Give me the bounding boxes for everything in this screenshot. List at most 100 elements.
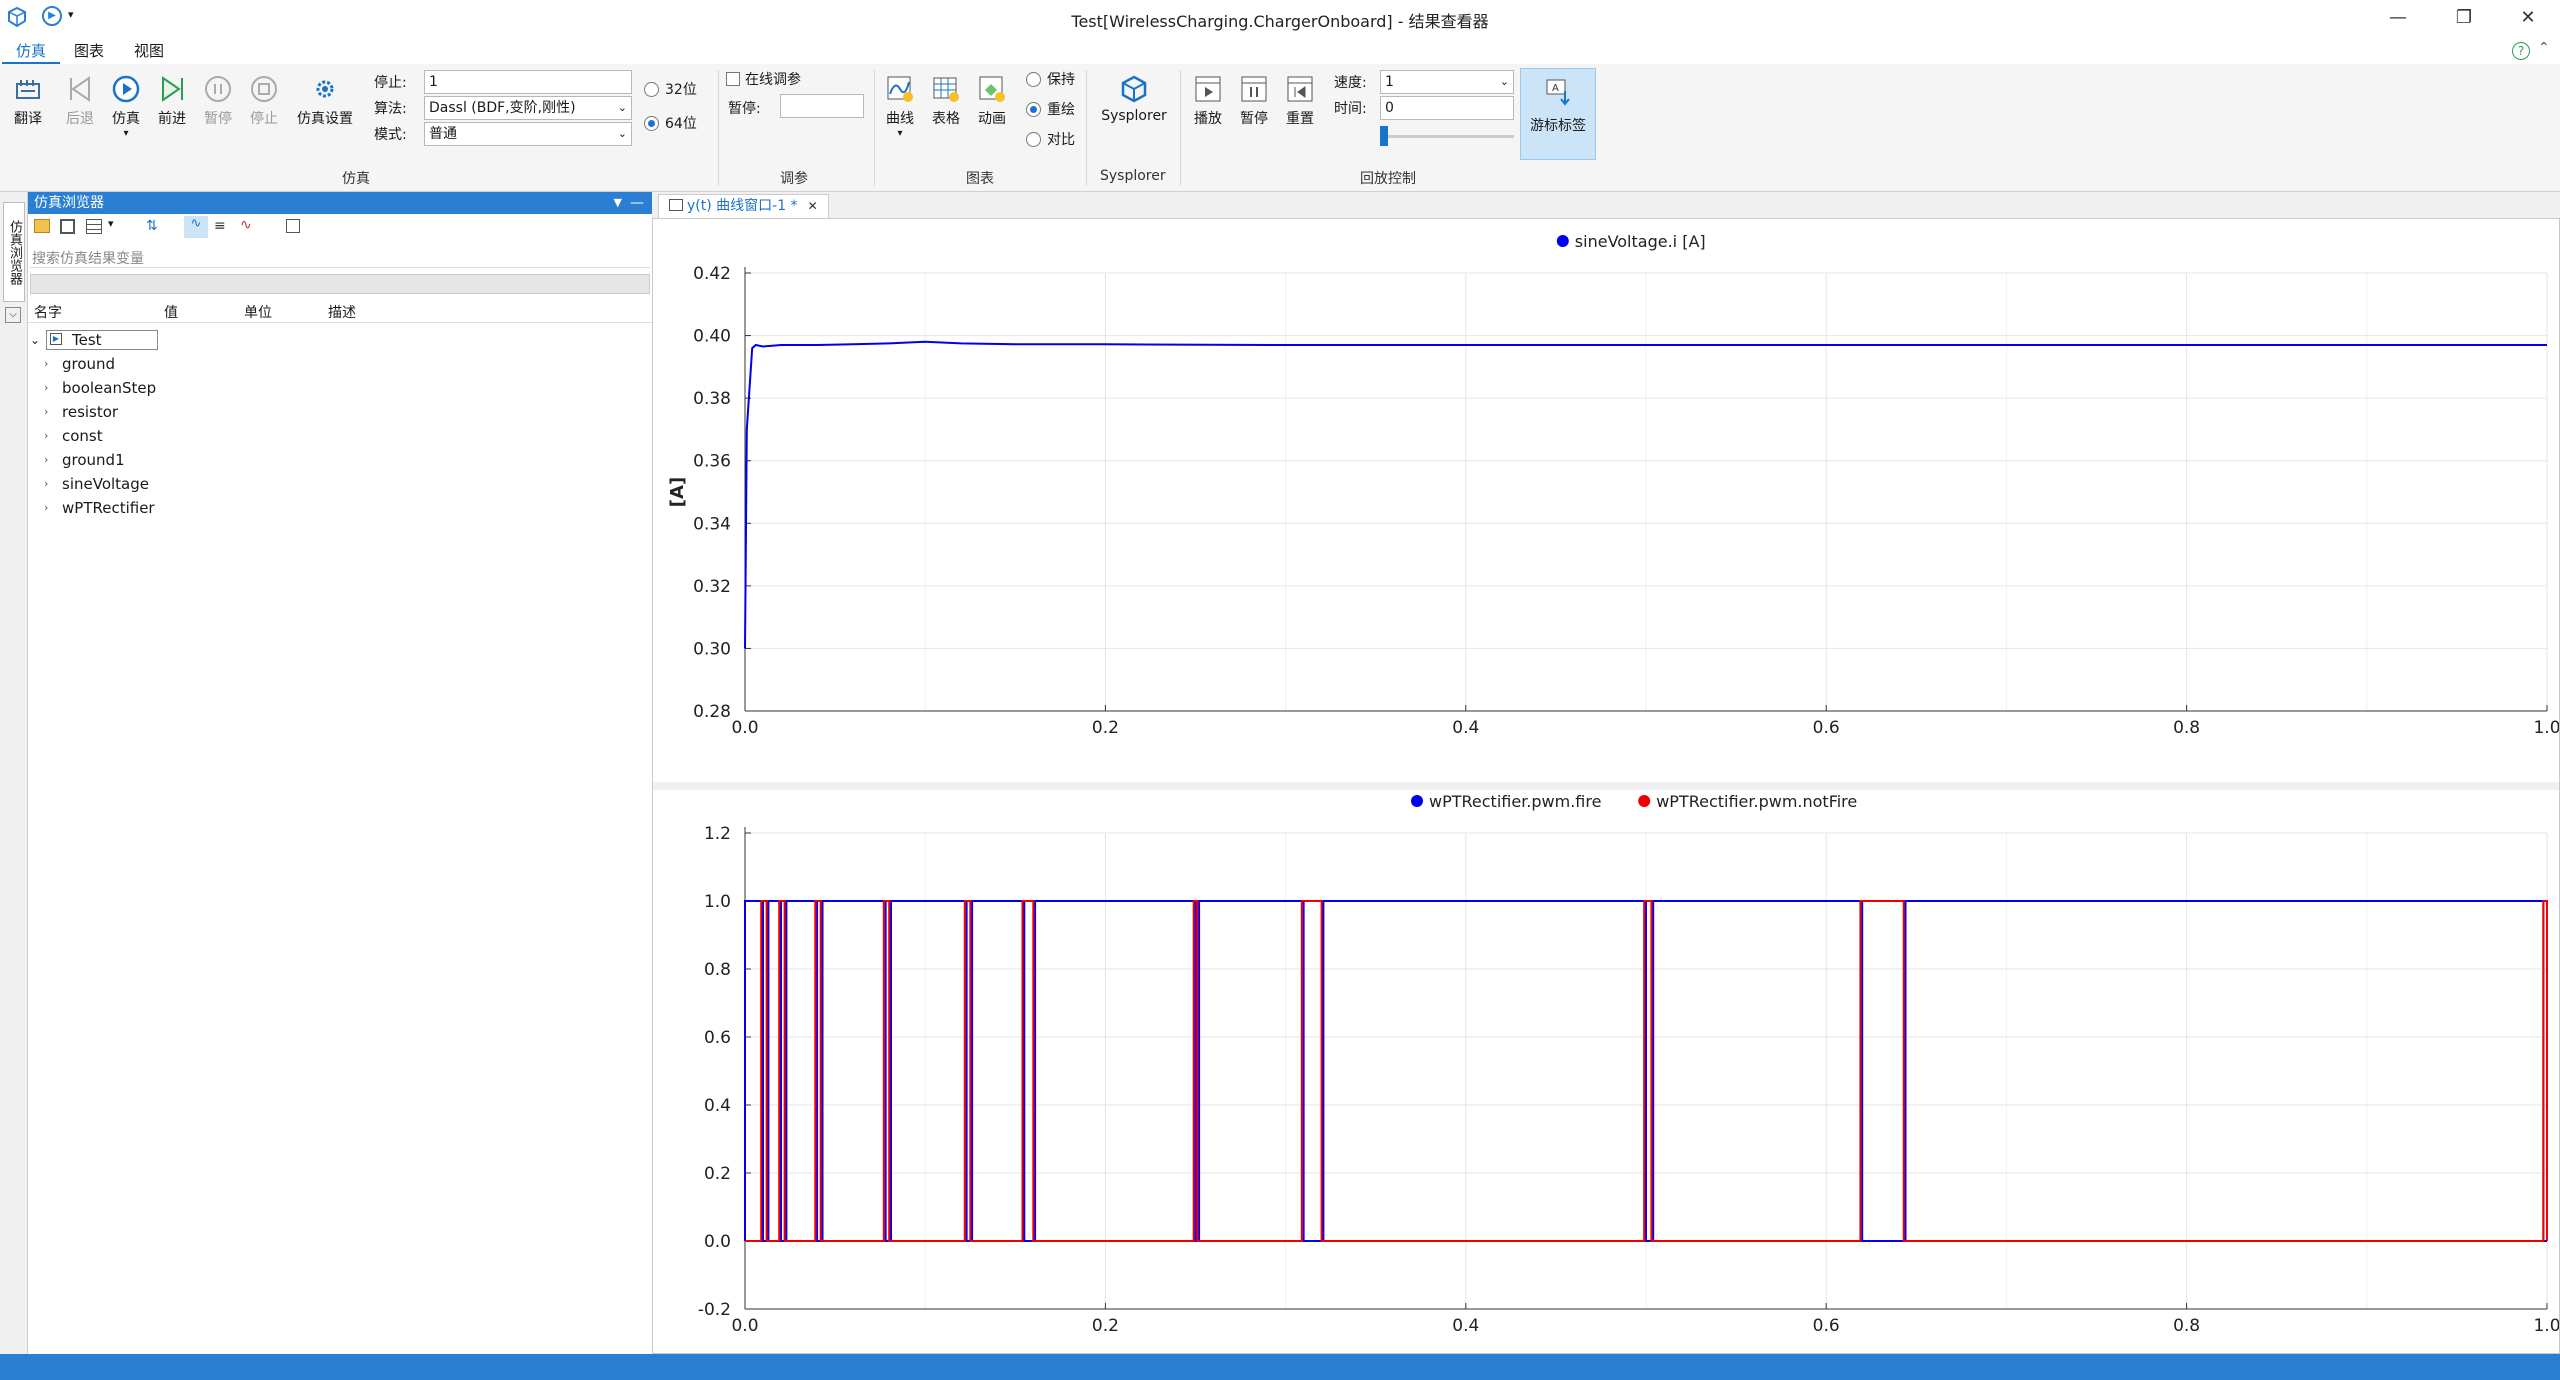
online-tune-label: 在线调参 <box>745 72 801 88</box>
legend-label: wPTRectifier.pwm.fire <box>1429 792 1601 811</box>
table-button[interactable]: 表格 <box>924 74 968 128</box>
tab-view[interactable]: 视图 <box>120 40 178 64</box>
search-input[interactable]: 搜索仿真结果变量 <box>30 248 650 268</box>
stop-label: 停止 <box>250 111 278 127</box>
close-button[interactable]: ✕ <box>2508 4 2548 32</box>
play-circle-icon <box>112 75 140 103</box>
time-slider[interactable] <box>1380 126 1514 146</box>
pause-time-input[interactable] <box>780 94 864 118</box>
column-header-value[interactable]: 值 <box>164 302 178 322</box>
curve-a-icon[interactable]: ∿ <box>184 216 208 238</box>
group-label-sysplorer: Sysplorer <box>1100 168 1166 184</box>
step-back-icon <box>70 76 90 102</box>
tree-item-label: const <box>62 427 103 445</box>
cursor-label-button[interactable]: A 游标标签 <box>1520 68 1596 160</box>
panel-minimize-icon[interactable]: — <box>630 192 644 214</box>
radio-compare[interactable]: 对比 <box>1026 130 1075 150</box>
collapsed-chevron-icon[interactable]: › <box>44 400 48 424</box>
algorithm-select[interactable]: Dassl (BDF,变阶,刚性) ⌄ <box>424 96 632 120</box>
column-header-unit[interactable]: 单位 <box>244 302 272 322</box>
group-label-chart: 图表 <box>966 171 994 187</box>
translate-button[interactable]: 翻译 <box>6 74 50 128</box>
help-icon[interactable]: ? <box>2512 42 2530 60</box>
online-tune-checkbox[interactable]: 在线调参 <box>726 70 801 90</box>
expanded-chevron-icon[interactable]: ⌄ <box>30 328 40 352</box>
tree-item-label: ground <box>62 355 116 373</box>
radio-32bit[interactable]: 32位 <box>644 80 697 100</box>
radio-keep[interactable]: 保持 <box>1026 70 1075 90</box>
collapsed-chevron-icon[interactable]: › <box>44 424 48 448</box>
group-separator <box>718 70 719 186</box>
restore-button[interactable]: ❐ <box>2444 4 2484 32</box>
window-title: Test[WirelessCharging.ChargerOnboard] - … <box>1071 12 1489 31</box>
browser-title: 仿真浏览器 <box>34 195 104 211</box>
tab-chart[interactable]: 图表 <box>60 40 118 64</box>
pause-button[interactable]: 暂停 <box>196 74 240 128</box>
slider-thumb[interactable] <box>1380 126 1388 146</box>
plots-svg[interactable]: 0.0 0.2 0.4 0.6 0.8 1.0 0.28 0.30 0.32 0.34 0.36 0.… <box>653 219 2560 1353</box>
playback-pause-button[interactable]: 暂停 <box>1232 74 1276 128</box>
collapsed-chevron-icon[interactable]: › <box>44 496 48 520</box>
collapsed-chevron-icon[interactable]: › <box>44 472 48 496</box>
sort-icon[interactable]: ⇅ <box>146 218 158 234</box>
radio-keep-label: 保持 <box>1047 72 1075 88</box>
column-header-desc[interactable]: 描述 <box>328 302 356 322</box>
animation-button[interactable]: 动画 <box>970 74 1014 128</box>
side-tab-icon[interactable]: ⌵ <box>5 307 21 323</box>
group-label-sim: 仿真 <box>342 171 370 187</box>
close-tab-icon[interactable]: ✕ <box>808 199 818 213</box>
radio-off-icon <box>1026 132 1041 147</box>
pause-circle-icon <box>205 76 231 102</box>
radio-64bit[interactable]: 64位 <box>644 114 697 134</box>
y-tick-label: 0.4 <box>704 1096 731 1116</box>
group-separator <box>1086 70 1087 186</box>
stop-button[interactable]: 停止 <box>242 74 286 128</box>
simulate-dropdown-icon[interactable]: ▾ <box>104 128 148 139</box>
panel-menu-icon[interactable]: ▼ <box>614 192 622 214</box>
radio-redraw-label: 重绘 <box>1047 102 1075 118</box>
chevron-down-icon[interactable]: ▾ <box>108 217 114 230</box>
doc-tab-label: y(t) 曲线窗口-1 * <box>687 198 798 214</box>
mode-select[interactable]: 普通 ⌄ <box>424 122 632 146</box>
sim-settings-button[interactable]: 仿真设置 <box>290 74 360 128</box>
collapse-all-icon[interactable] <box>286 219 300 233</box>
open-folder-icon[interactable] <box>34 219 50 233</box>
stop-time-input[interactable]: 1 <box>424 70 632 94</box>
play-label: 播放 <box>1194 111 1222 127</box>
forward-button[interactable]: 前进 <box>150 74 194 128</box>
time-input[interactable]: 0 <box>1380 96 1514 120</box>
table-view-icon[interactable] <box>86 219 102 234</box>
curve-dropdown-icon[interactable]: ▾ <box>878 128 922 139</box>
radio-redraw[interactable]: 重绘 <box>1026 100 1075 120</box>
legend-marker <box>1556 235 1569 247</box>
chart-panel-2: 0.0 0.2 0.4 0.6 0.8 1.0-0.20.00.20.40.60.81.0… <box>653 782 2560 1336</box>
curve-button[interactable]: 曲线 ▾ <box>878 74 922 139</box>
reset-button[interactable]: 重置 <box>1278 74 1322 128</box>
play-button[interactable]: 播放 <box>1186 74 1230 128</box>
x-tick-label: 0.4 <box>1452 718 1479 738</box>
pause-label: 暂停 <box>204 111 232 127</box>
doc-tab-curve-window[interactable]: y(t) 曲线窗口-1 * ✕ <box>658 194 829 218</box>
collapsed-chevron-icon[interactable]: › <box>44 376 48 400</box>
list-filter-icon[interactable]: ≡ <box>214 218 226 234</box>
x-tick-label: 0.8 <box>2173 1316 2200 1336</box>
save-icon[interactable] <box>60 219 75 234</box>
y-tick-label: 0.8 <box>704 960 731 980</box>
table-label: 表格 <box>932 111 960 127</box>
filter-bar[interactable] <box>30 274 650 294</box>
minimize-button[interactable]: — <box>2378 4 2418 32</box>
ribbon-collapse-icon[interactable]: ⌃ <box>2538 40 2550 56</box>
simulate-button[interactable]: 仿真 ▾ <box>104 74 148 139</box>
side-tab-browser[interactable]: 仿真浏览器 <box>3 202 25 302</box>
speed-select[interactable]: 1 ⌄ <box>1380 70 1514 94</box>
pause-icon <box>1241 76 1267 102</box>
x-tick-label: 0.6 <box>1813 718 1840 738</box>
curve-window-icon <box>669 199 683 211</box>
column-header-name[interactable]: 名字 <box>34 302 62 322</box>
collapsed-chevron-icon[interactable]: › <box>44 352 48 376</box>
sysplorer-button[interactable]: Sysplorer <box>1096 74 1172 124</box>
curve-b-icon[interactable]: ∿ <box>240 217 252 233</box>
collapsed-chevron-icon[interactable]: › <box>44 448 48 472</box>
back-button[interactable]: 后退 <box>58 74 102 128</box>
tab-simulation[interactable]: 仿真 <box>2 40 61 64</box>
